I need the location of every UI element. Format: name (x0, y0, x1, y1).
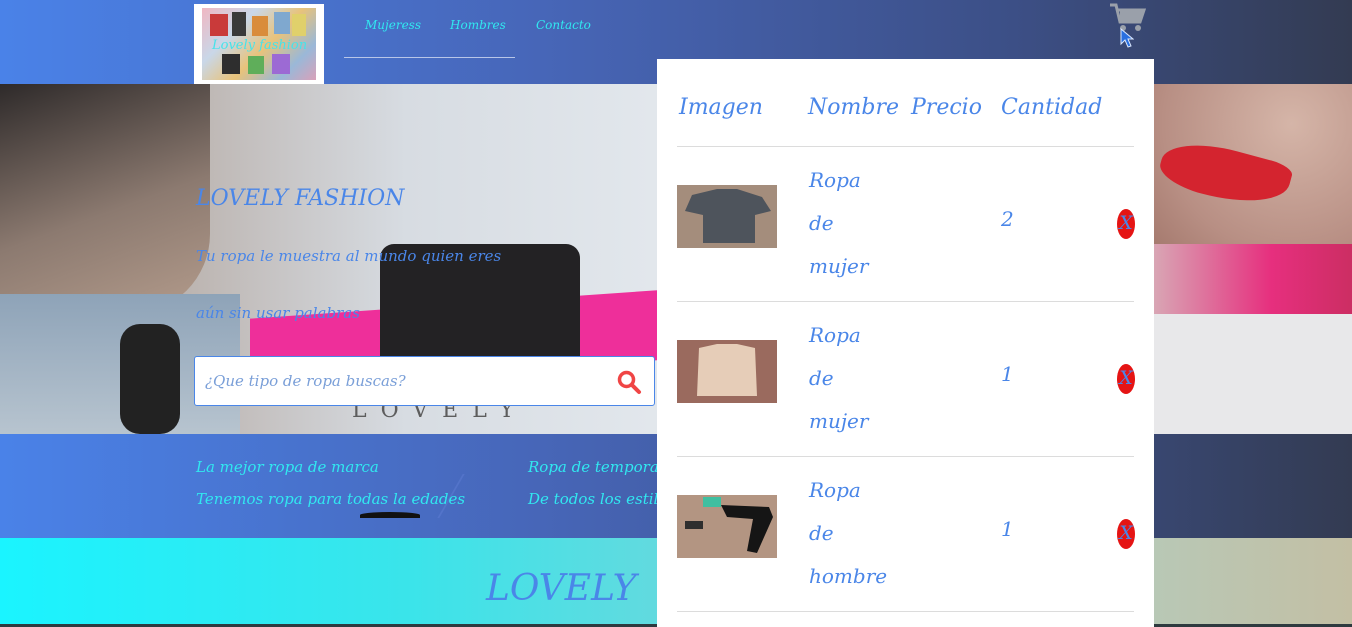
cart-row: Ropa de mujer 1 X (677, 301, 1135, 456)
cart-dropdown: Imagen Nombre Precio Cantidad Ropa de mu… (657, 59, 1154, 627)
search-input[interactable] (205, 369, 605, 393)
search-box (194, 356, 655, 406)
product-thumbnail (677, 495, 777, 558)
main-nav: Mujeress Hombres Contacto (344, 10, 591, 58)
logo-collage: Lovely fashion (202, 8, 316, 80)
nav-item-mujeres[interactable]: Mujeress (365, 18, 421, 32)
hero-title: LOVELY FASHION (196, 186, 405, 211)
feature-text: La mejor ropa de marca (196, 458, 379, 476)
cart-row: Ropa de mujer 2 X (677, 146, 1135, 301)
column-header-quantity: Cantidad (1001, 95, 1103, 120)
product-name: Ropa de mujer (809, 323, 869, 433)
mouse-pointer-icon (1120, 27, 1135, 48)
remove-item-button[interactable]: X (1117, 209, 1135, 239)
nav-item-contacto[interactable]: Contacto (536, 18, 591, 32)
product-quantity: 1 (1001, 517, 1014, 541)
feature-text: Ropa de temporada (528, 458, 678, 476)
remove-item-button[interactable]: X (1117, 519, 1135, 549)
cart-row-divider (677, 611, 1134, 627)
hero-tagline-2: aún sin usar palabras (196, 304, 360, 322)
product-thumbnail (677, 340, 777, 403)
feature-text: Tenemos ropa para todas la edades (196, 490, 466, 508)
column-header-image: Imagen (679, 95, 763, 120)
column-header-price: Precio (911, 95, 982, 120)
product-quantity: 1 (1001, 362, 1014, 386)
remove-item-button[interactable]: X (1117, 364, 1135, 394)
search-icon[interactable] (616, 369, 642, 395)
column-header-name: Nombre (808, 95, 899, 120)
nav-item-hombres[interactable]: Hombres (450, 18, 506, 32)
cart-row: Ropa de hombre 1 X (677, 456, 1135, 611)
product-name: Ropa de mujer (809, 168, 869, 278)
product-name: Ropa de hombre (809, 478, 888, 588)
feature-text: De todos los estilos (528, 490, 676, 508)
logo-text: Lovely fashion (212, 38, 308, 53)
product-thumbnail (677, 185, 777, 248)
hero-tagline: Tu ropa le muestra al mundo quien eres (196, 247, 502, 265)
logo[interactable]: Lovely fashion (194, 4, 324, 84)
banner-title: LOVELY (486, 568, 637, 609)
product-quantity: 2 (1001, 207, 1014, 231)
